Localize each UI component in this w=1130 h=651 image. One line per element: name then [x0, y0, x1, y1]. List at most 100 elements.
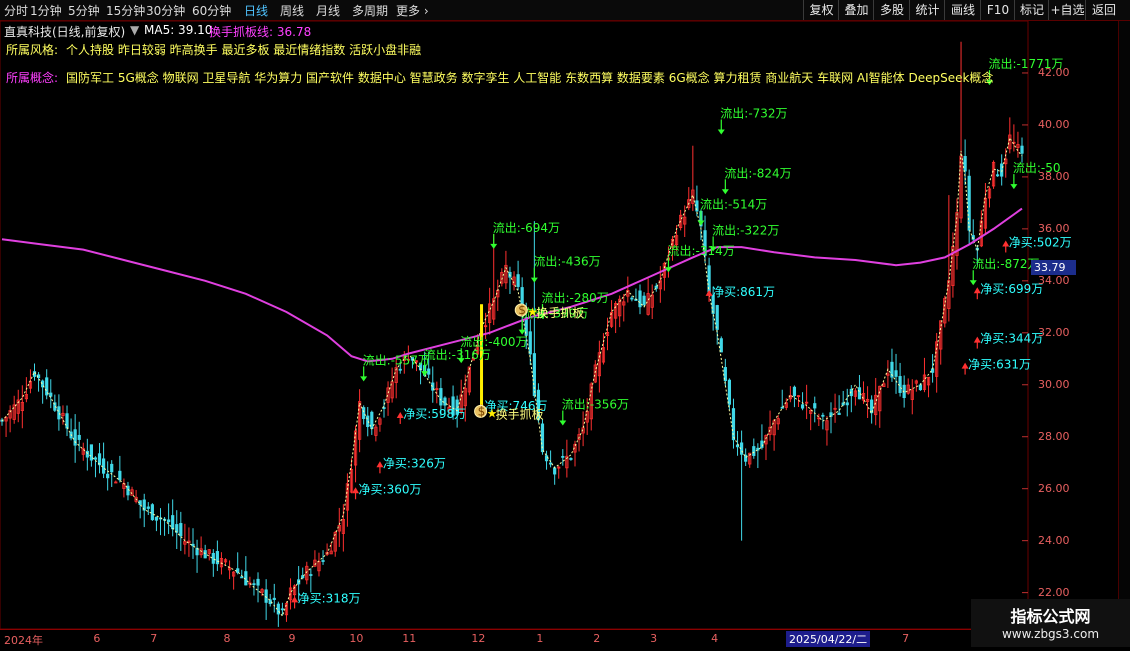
period-tab-7[interactable]: 周线: [280, 2, 304, 19]
candle-body-37: [150, 504, 154, 521]
candle-body-21: [85, 450, 89, 458]
candle-body-52: [211, 552, 215, 564]
outflow-arrow-8: [717, 129, 725, 135]
candle-body-157: [638, 290, 642, 308]
y-tick-label-7: 28.00: [1038, 429, 1070, 443]
outflow-label-10: 流出:-514万: [700, 197, 767, 211]
period-tab-5[interactable]: 60分钟: [192, 2, 231, 19]
toolbar-button-7[interactable]: +自选: [1048, 0, 1086, 20]
outflow-arrow-10: [697, 220, 705, 226]
candle-body-138: [561, 456, 565, 458]
x-tick-label-5: 10: [349, 632, 364, 645]
candle-body-89: [362, 407, 366, 419]
candle-body-195: [792, 386, 797, 397]
outflow-arrow-6: [360, 376, 368, 382]
inflow-label-19: 净买:598万: [403, 407, 466, 421]
indicator-label: 换手抓板线: 36.78: [209, 25, 312, 39]
period-tab-1[interactable]: 1分钟: [30, 2, 62, 19]
y-tick-label-8: 26.00: [1038, 481, 1070, 495]
toolbar-button-8[interactable]: 返回: [1085, 0, 1122, 20]
period-tab-2[interactable]: 5分钟: [68, 2, 100, 19]
period-tab-4[interactable]: 30分钟: [146, 2, 185, 19]
candle-body-221: [898, 376, 902, 393]
toolbar-button-5[interactable]: F10: [980, 0, 1015, 20]
candle-body-19: [77, 434, 81, 440]
outflow-label-0: 流出:-694万: [493, 221, 560, 235]
candle-body-26: [106, 473, 110, 479]
toolbar-button-3[interactable]: 统计: [909, 0, 945, 20]
outflow-arrow-7: [559, 420, 567, 426]
candle-body-69: [280, 608, 284, 611]
candle-body-158: [642, 295, 646, 305]
candle-body-50: [203, 550, 207, 559]
toolbar-button-2[interactable]: 多股: [873, 0, 910, 20]
chart-frame: [0, 21, 1029, 629]
candle-body-47: [191, 543, 195, 547]
candle-body-105: [427, 368, 431, 375]
candle-body-140: [569, 458, 573, 460]
candle-body-180: [731, 408, 736, 441]
inflow-label-24: 净买:631万: [968, 358, 1031, 372]
candle-body-130: [528, 331, 532, 355]
candle-body-202: [821, 414, 825, 417]
cursor-date: 2025/04/22/二: [786, 631, 871, 647]
candle-body-176: [715, 305, 719, 330]
period-tab-6[interactable]: 日线: [244, 2, 268, 19]
x-tick-label-11: 4: [711, 632, 719, 645]
candle-body-27: [110, 463, 114, 473]
price-chart[interactable]: 流出:-694万流出:-436万流出:-280万流出:-399万流出:-400万…: [0, 21, 1118, 629]
x-tick-label-9: 2: [593, 632, 601, 645]
outflow-label-1: 流出:-436万: [533, 255, 600, 269]
outflow-arrow-15: [969, 280, 977, 286]
inflow-label-18: 净买:326万: [383, 456, 446, 470]
y-tick-label-6: 30.00: [1038, 377, 1070, 391]
period-tab-8[interactable]: 月线: [316, 2, 340, 19]
money-bag-glyph-0: $: [478, 404, 486, 418]
candle-body-59: [240, 576, 244, 579]
x-tick-label-0: 2024年: [4, 634, 43, 647]
outflow-label-6: 流出:-557万: [363, 353, 430, 367]
candle-body-187: [760, 440, 764, 448]
outflow-arrow-9: [721, 189, 729, 195]
toolbar-button-4[interactable]: 画线: [944, 0, 981, 20]
period-tab-9[interactable]: 多周期: [352, 2, 388, 19]
toolbar-button-6[interactable]: 标记: [1014, 0, 1049, 20]
y-tick-label-4: 34.00: [1038, 273, 1070, 287]
y-tick-label-5: 32.00: [1038, 325, 1070, 339]
y-tick-label-0: 42.00: [1038, 65, 1070, 79]
outflow-label-5: 流出:-316万: [424, 348, 491, 362]
toolbar-button-1[interactable]: 叠加: [838, 0, 874, 20]
board-label-1: 换手抓板: [536, 306, 584, 320]
outflow-label-11: 流出:-322万: [712, 223, 779, 237]
period-tab-10[interactable]: 更多 ›: [396, 2, 429, 19]
concept-label: 所属概念:: [6, 71, 59, 85]
candle-body-177: [719, 338, 723, 353]
candle-body-183: [744, 454, 748, 462]
x-tick-label-13: 7: [902, 632, 910, 645]
outflow-label-15: 流出:-872万: [972, 257, 1039, 271]
candle-body-16: [65, 413, 69, 429]
candle-body-135: [549, 462, 553, 465]
current-price-tag: 33.79: [1031, 260, 1076, 275]
inflow-label-16: 净买:318万: [298, 591, 361, 605]
inflow-label-22: 净买:699万: [980, 282, 1043, 296]
candle-body-65: [264, 589, 268, 603]
candle-body-29: [118, 470, 122, 481]
candle-body-220: [894, 370, 898, 377]
candle-body-44: [179, 523, 183, 537]
stock-title: 直真科技(日线,前复权): [4, 25, 126, 39]
x-tick-label-7: 12: [471, 632, 486, 645]
candle-body-108: [439, 388, 443, 406]
candle-body-41: [167, 519, 171, 523]
trace-line: [1, 136, 1023, 618]
candle-body-62: [252, 583, 256, 586]
period-tab-3[interactable]: 15分钟: [106, 2, 145, 19]
y-tick-label-2: 38.00: [1038, 169, 1070, 183]
watermark: 指标公式网 www.zbgs3.com: [971, 599, 1130, 647]
outflow-arrow-14: [1010, 184, 1018, 190]
concept-value: 国防军工 5G概念 物联网 卫星导航 华为算力 国产软件 数据中心 智慧政务 数…: [66, 71, 994, 85]
toolbar-button-0[interactable]: 复权: [803, 0, 839, 20]
period-tab-0[interactable]: 分时: [4, 2, 28, 19]
chevron-down-icon[interactable]: ▼: [130, 23, 139, 37]
candle-body-197: [800, 404, 805, 409]
